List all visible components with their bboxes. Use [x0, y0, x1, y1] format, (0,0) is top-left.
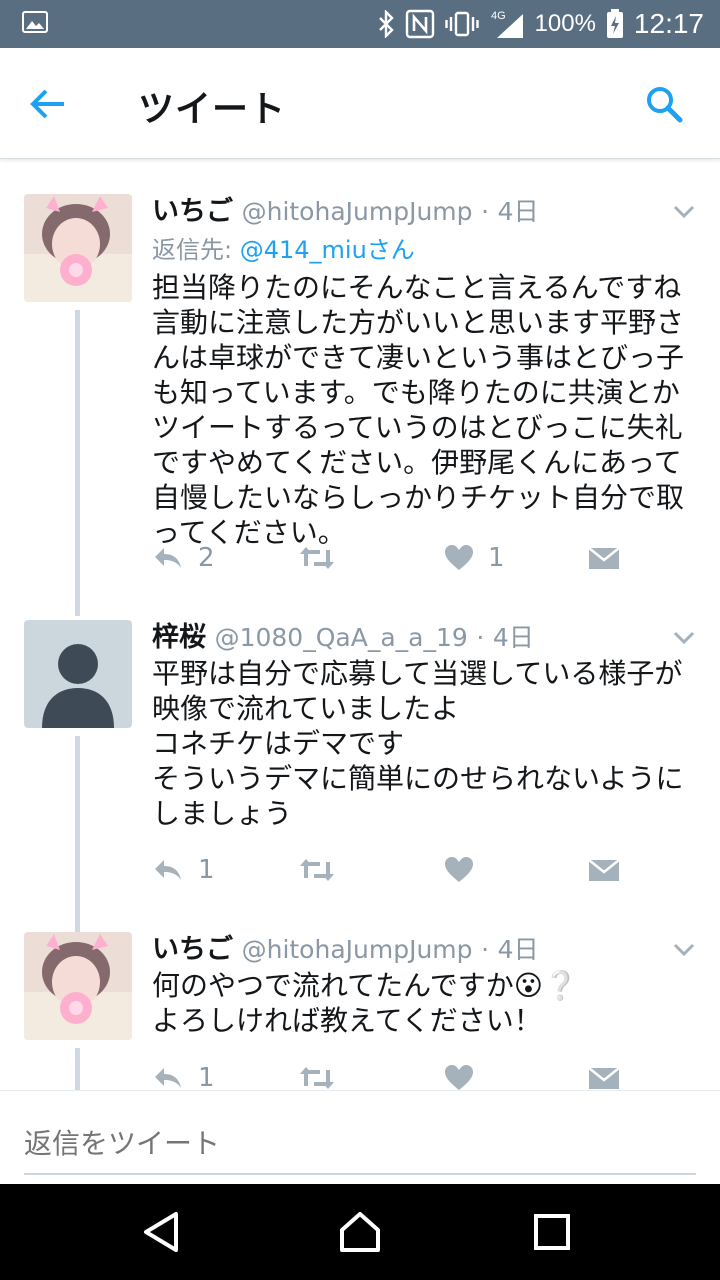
chevron-down-icon[interactable] [672, 204, 696, 220]
home-icon[interactable] [336, 1208, 384, 1256]
signal-icon: 4G [491, 10, 523, 38]
avatar[interactable] [24, 620, 132, 728]
tweet-text: 何のやつで流れてたんですか😮❔ よろしければ教えてください！ [152, 969, 578, 1037]
vibrate-icon [444, 11, 479, 37]
envelope-icon [588, 1067, 620, 1089]
tweet-time: 4日 [492, 623, 534, 652]
tweet-time: 4日 [497, 197, 539, 226]
separator-dot: · [481, 197, 490, 226]
search-icon[interactable] [644, 84, 684, 124]
tweet-time: 4日 [497, 935, 539, 964]
reply-count: 1 [198, 1063, 215, 1090]
retweet-icon [300, 1067, 334, 1089]
bluetooth-icon [378, 10, 394, 38]
tweet-list[interactable]: いちご @hitohaJumpJump · 4日 返信先: @414_miuさん… [0, 160, 720, 1090]
recents-icon[interactable] [528, 1208, 576, 1256]
reply-button[interactable]: 2 [152, 538, 215, 578]
envelope-icon [588, 547, 620, 569]
author-handle[interactable]: @hitohaJumpJump [242, 197, 473, 226]
tweet[interactable]: いちご @hitohaJumpJump · 4日 返信先: @414_miuさん… [0, 194, 720, 616]
tweet-text: 担当降りたのにそんなこと言えるんですね言動に注意した方がいいと思います平野さんは… [152, 271, 685, 549]
avatar-photo-icon [24, 194, 132, 302]
separator-dot: · [481, 935, 490, 964]
heart-icon [445, 1065, 473, 1090]
reply-count: 1 [198, 855, 215, 885]
author-handle[interactable]: @hitohaJumpJump [242, 935, 473, 964]
network-label: 4G [491, 10, 506, 22]
author-name[interactable]: 梓桜 [152, 622, 206, 653]
like-button[interactable] [444, 850, 488, 890]
tweet-body: いちご @hitohaJumpJump · 4日 何のやつで流れてたんですか😮❔… [152, 932, 692, 1038]
thread-line [75, 1048, 80, 1090]
direct-message-button[interactable] [588, 538, 620, 578]
tweet[interactable]: いちご @hitohaJumpJump · 4日 何のやつで流れてたんですか😮❔… [0, 932, 720, 1090]
retweet-icon [300, 547, 334, 569]
author-name[interactable]: いちご [152, 934, 233, 965]
direct-message-button[interactable] [588, 1058, 620, 1090]
envelope-icon [588, 859, 620, 881]
like-count: 1 [488, 543, 505, 573]
avatar-photo-icon [24, 932, 132, 1040]
tweet-header: 梓桜 @1080_QaA_a_a_19 · 4日 [152, 620, 692, 656]
retweet-icon [300, 859, 334, 881]
retweet-button[interactable] [298, 1058, 350, 1090]
like-button[interactable] [444, 1058, 488, 1090]
reply-to: 返信先: @414_miuさん [152, 230, 692, 270]
reply-bar [0, 1090, 720, 1185]
retweet-button[interactable] [298, 850, 350, 890]
tweet-actions: 2 1 [152, 538, 672, 578]
app-bar: ツイート [0, 48, 720, 159]
retweet-button[interactable] [298, 538, 350, 578]
heart-icon [445, 545, 473, 570]
thread-line [75, 736, 80, 932]
tweet-body: いちご @hitohaJumpJump · 4日 返信先: @414_miuさん… [152, 194, 692, 550]
reply-button[interactable]: 1 [152, 850, 215, 890]
avatar[interactable] [24, 194, 132, 302]
battery-percent: 100% [534, 10, 596, 37]
status-bar: 4G 100% 12:17 [0, 0, 720, 48]
chevron-down-icon[interactable] [672, 942, 696, 958]
default-avatar-icon [24, 620, 132, 728]
reply-count: 2 [198, 543, 215, 573]
reply-to-mention[interactable]: @414_miuさん [240, 236, 415, 264]
author-handle[interactable]: @1080_QaA_a_a_19 [215, 623, 468, 652]
reply-icon [155, 1068, 181, 1088]
heart-icon [445, 857, 473, 882]
image-icon [22, 11, 48, 33]
reply-input[interactable] [24, 1113, 696, 1175]
arrow-left-icon[interactable] [28, 84, 68, 124]
separator-dot: · [476, 623, 485, 652]
tweet-actions: 1 [152, 1058, 672, 1090]
like-button[interactable]: 1 [444, 538, 505, 578]
direct-message-button[interactable] [588, 850, 620, 890]
chevron-down-icon[interactable] [672, 630, 696, 646]
avatar[interactable] [24, 932, 132, 1040]
tweet-text: 平野は自分で応募して当選している様子が映像で流れていましたよ コネチケはデマです… [152, 657, 684, 830]
tweet-header: いちご @hitohaJumpJump · 4日 [152, 932, 692, 968]
tweet-actions: 1 [152, 850, 672, 890]
battery-icon [606, 9, 623, 38]
nfc-icon [405, 9, 434, 39]
back-triangle-icon[interactable] [138, 1208, 186, 1256]
author-name[interactable]: いちご [152, 196, 233, 227]
thread-line [75, 310, 80, 616]
tweet-header: いちご @hitohaJumpJump · 4日 [152, 194, 692, 230]
system-nav-bar [0, 1184, 720, 1280]
clock: 12:17 [633, 8, 704, 39]
reply-to-label: 返信先: [152, 236, 233, 264]
tweet[interactable]: 梓桜 @1080_QaA_a_a_19 · 4日 平野は自分で応募して当選してい… [0, 620, 720, 932]
tweet-body: 梓桜 @1080_QaA_a_a_19 · 4日 平野は自分で応募して当選してい… [152, 620, 692, 831]
page-title: ツイート [138, 89, 287, 130]
reply-icon [155, 860, 181, 880]
reply-button[interactable]: 1 [152, 1058, 215, 1090]
reply-icon [155, 548, 181, 568]
